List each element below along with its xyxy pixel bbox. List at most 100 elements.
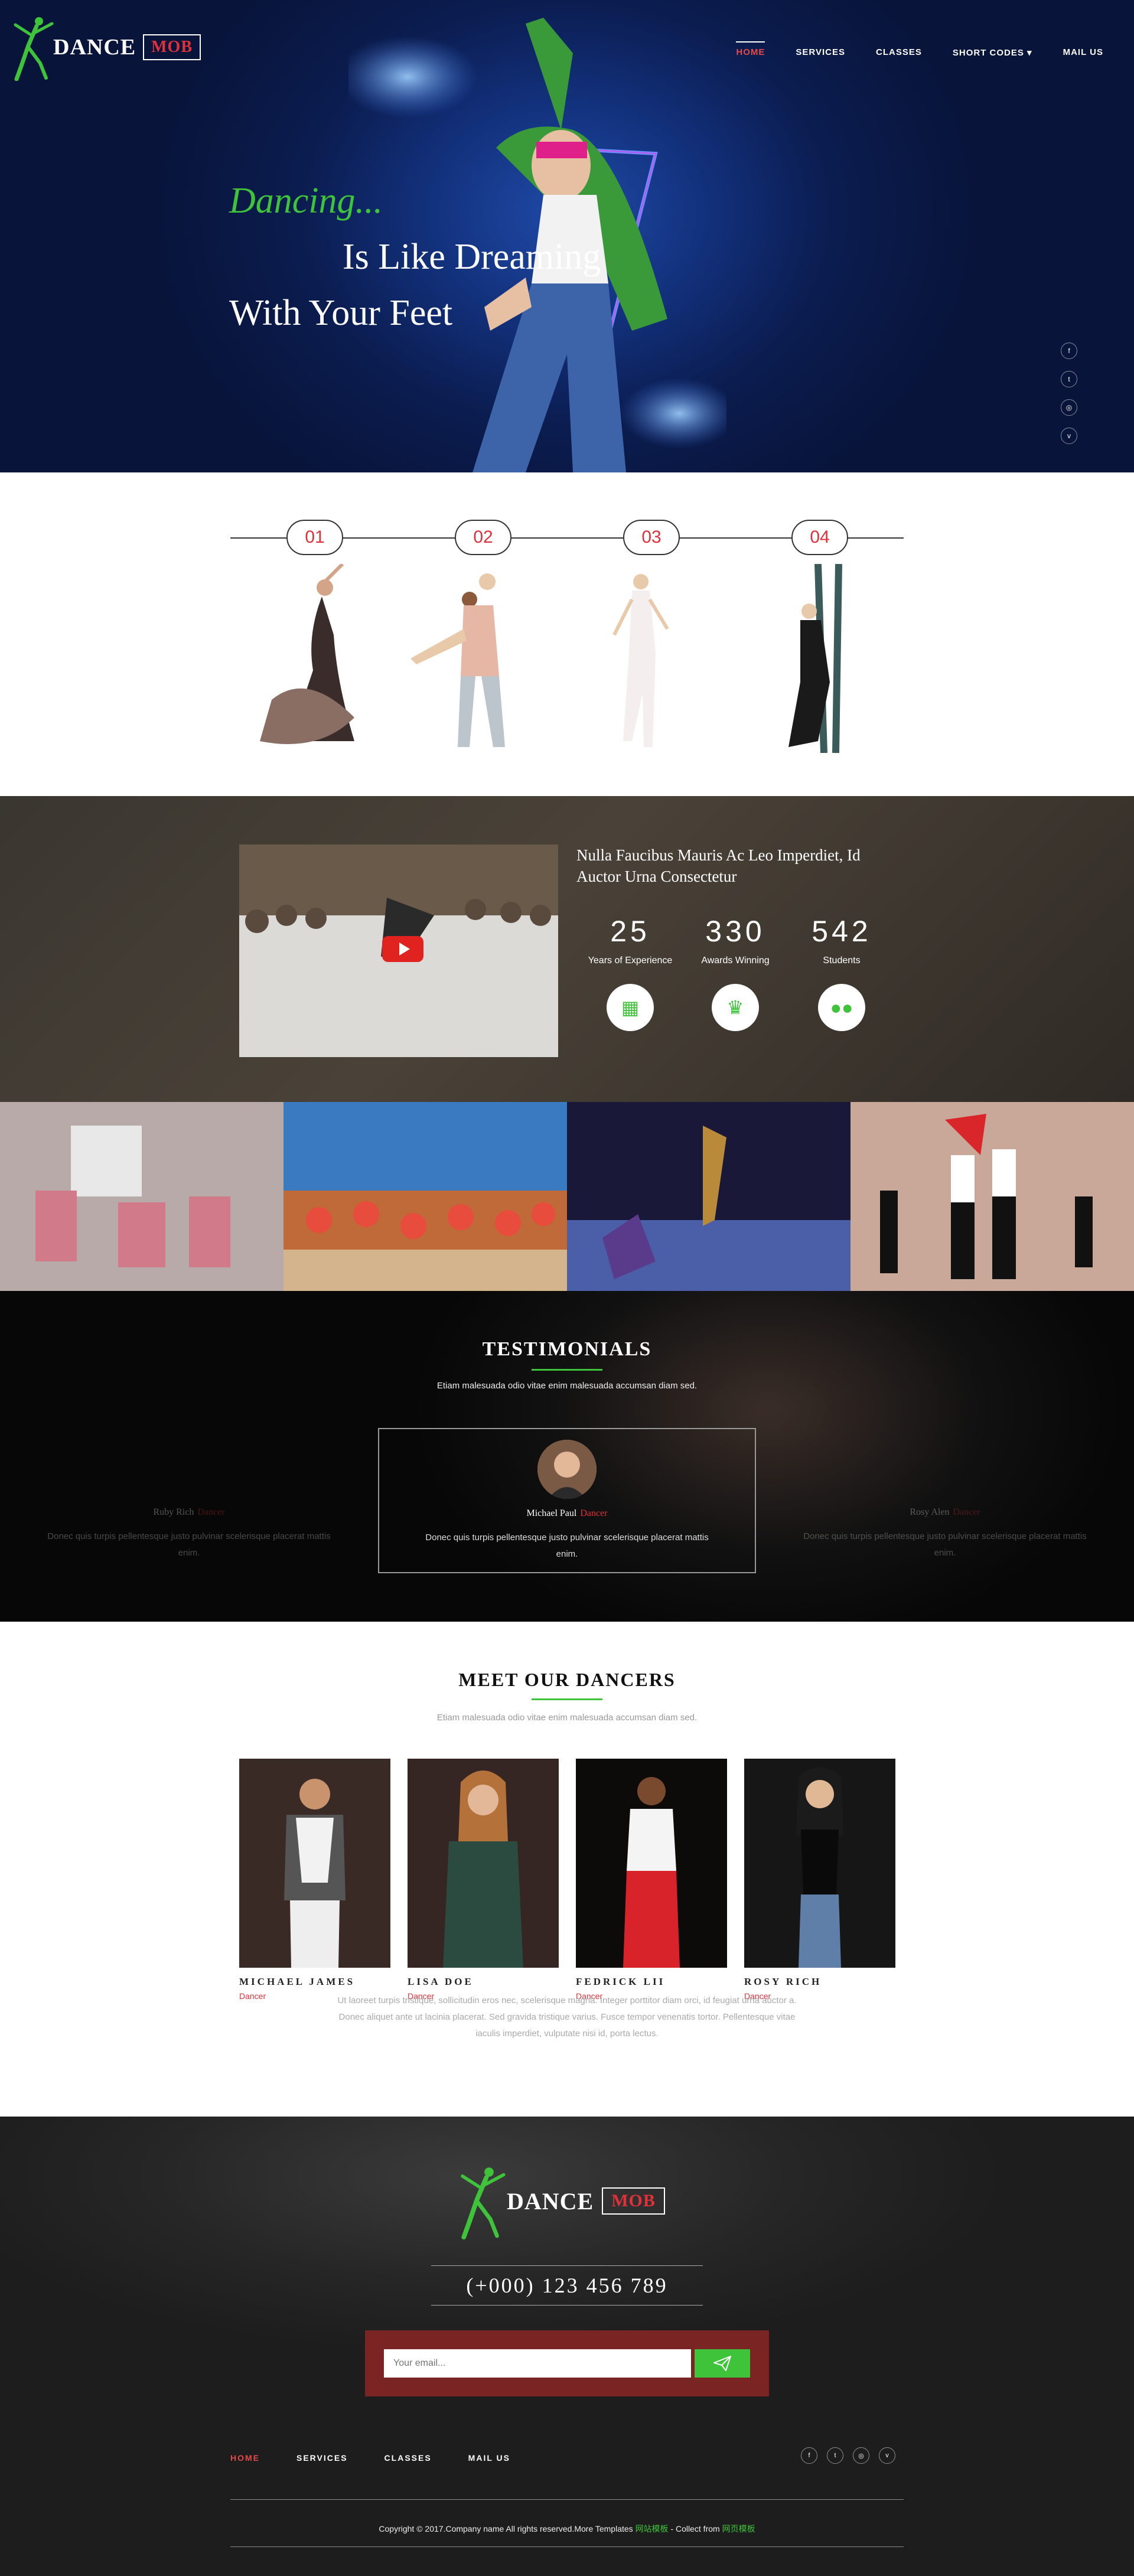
stat-students: 542 Students ●● [791, 914, 892, 1031]
stage-photo [567, 1102, 850, 1291]
dancer-name: LISA DOE [408, 1976, 474, 1987]
dancer-silhouette-1 [260, 564, 354, 744]
twitter-icon[interactable]: t [1061, 371, 1077, 387]
testimonials-section: TESTIMONIALS Etiam malesuada odio vitae … [0, 1291, 1134, 1622]
nav-classes[interactable]: CLASSES [876, 47, 922, 63]
dancer-card[interactable]: FEDRICK LII Dancer [576, 1759, 727, 2001]
dancer-silhouette-2 [410, 573, 505, 747]
trophy-icon[interactable]: ♛ [712, 984, 759, 1031]
instagram-icon[interactable]: ◎ [853, 2447, 869, 2464]
step-number: 03 [623, 520, 680, 555]
newsletter-form [365, 2330, 769, 2396]
stats-title: Nulla Faucibus Mauris Ac Leo Imperdiet, … [576, 846, 861, 885]
logo-word: DANCE [53, 34, 136, 60]
gallery-image-1[interactable] [0, 1102, 284, 1291]
testimonials-subtitle: Etiam malesuada odio vitae enim malesuad… [436, 1381, 698, 1391]
dancers-description: Ut laoreet turpis tristique, sollicitudi… [337, 1995, 797, 2039]
twitter-icon[interactable]: t [827, 2447, 843, 2464]
vimeo-icon[interactable]: v [1061, 428, 1077, 444]
testimonial-text: Donec quis turpis pellentesque justo pul… [425, 1532, 709, 1559]
heading-underline [532, 1698, 602, 1700]
gallery-image-3[interactable] [567, 1102, 850, 1291]
dancer-card[interactable]: ROSY RICH Dancer [744, 1759, 895, 2001]
hero-banner: DANCE MOB HOME SERVICES CLASSES SHORT CO… [0, 0, 1134, 472]
logo-box: MOB [143, 34, 201, 60]
testimonial-text: Donec quis turpis pellentesque justo pul… [803, 1531, 1087, 1558]
nav-short-codes[interactable]: SHORT CODES ▾ [953, 47, 1032, 63]
testimonial-name-line: Rosy Alen Dancer [756, 1507, 1134, 1518]
hero-tagline-2: Is Like Dreaming [343, 237, 601, 277]
group-photo [284, 1102, 567, 1291]
testimonial-name: Ruby Rich [153, 1507, 194, 1517]
testimonials-heading: TESTIMONIALS [482, 1338, 652, 1360]
gallery-image-4[interactable] [850, 1102, 1134, 1291]
testimonial-name-line: Michael Paul Dancer [379, 1508, 755, 1519]
vimeo-icon[interactable]: v [879, 2447, 895, 2464]
footer-nav: HOME SERVICES CLASSES MAIL US [230, 2453, 510, 2463]
dancer-silhouette-3 [612, 574, 669, 747]
heading-underline [532, 1369, 602, 1371]
copyright-link[interactable]: 网页模板 [722, 2524, 755, 2533]
dancer-photo-image [408, 1759, 559, 1968]
steps-section: 01 02 03 04 [0, 472, 1134, 796]
calendar-icon[interactable]: ▦ [607, 984, 654, 1031]
dancer-logo-icon [14, 17, 54, 81]
nav-mail-us[interactable]: MAIL US [1063, 47, 1103, 63]
testimonial-card[interactable]: Rosy Alen Dancer Donec quis turpis pellen… [756, 1428, 1134, 1573]
stat-value: 330 [705, 915, 765, 948]
step-number: 01 [286, 520, 343, 555]
play-button[interactable] [382, 936, 423, 962]
dancers-section: MEET OUR DANCERS Etiam malesuada odio vi… [0, 1622, 1134, 2117]
send-button[interactable] [695, 2349, 750, 2378]
dancer-photo-image [744, 1759, 895, 1968]
footer-nav-services[interactable]: SERVICES [296, 2453, 348, 2463]
footer-social-links: f t ◎ v [801, 2447, 895, 2464]
users-icon[interactable]: ●● [818, 984, 865, 1031]
stat-experience: 25 Years of Experience ▦ [580, 914, 680, 1031]
avatar-image [537, 1440, 597, 1499]
facebook-icon[interactable]: f [1061, 343, 1077, 359]
dancers-heading: MEET OUR DANCERS [458, 1669, 676, 1690]
dancer-photo [576, 1759, 727, 1968]
testimonial-role: Dancer [197, 1507, 225, 1517]
avatar [537, 1440, 597, 1499]
footer-nav-home[interactable]: HOME [230, 2453, 260, 2463]
copyright: Copyright © 2017.Company name All rights… [0, 2523, 1134, 2535]
testimonial-name: Michael Paul [526, 1508, 577, 1518]
site-logo[interactable]: DANCE MOB [11, 13, 201, 81]
dancer-name: ROSY RICH [744, 1976, 822, 1987]
performance-photo [850, 1102, 1134, 1291]
footer-nav-mail-us[interactable]: MAIL US [468, 2453, 510, 2463]
instagram-icon[interactable]: ◎ [1061, 399, 1077, 416]
gallery-image-2[interactable] [284, 1102, 567, 1291]
copyright-text: - Collect from [668, 2524, 722, 2533]
dancer-photo [744, 1759, 895, 1968]
testimonial-card[interactable]: Ruby Rich Dancer Donec quis turpis pellen… [0, 1428, 378, 1573]
copyright-link[interactable]: 网站模板 [636, 2524, 669, 2533]
testimonial-role: Dancer [953, 1507, 980, 1517]
logo-word: DANCE [507, 2187, 594, 2215]
nav-services[interactable]: SERVICES [796, 47, 845, 63]
footer-nav-classes[interactable]: CLASSES [384, 2453, 432, 2463]
testimonial-card-active[interactable]: Michael Paul Dancer Donec quis turpis pel… [378, 1428, 756, 1573]
facebook-icon[interactable]: f [801, 2447, 817, 2464]
nav-home[interactable]: HOME [736, 41, 765, 63]
hero-social-links: f t ◎ v [1061, 343, 1077, 444]
stats-section: Nulla Faucibus Mauris Ac Leo Imperdiet, … [0, 796, 1134, 1102]
stat-label: Awards Winning [701, 956, 770, 966]
stat-label: Years of Experience [588, 956, 673, 966]
photo-gallery [0, 1102, 1134, 1291]
dancer-name: FEDRICK LII [576, 1976, 666, 1987]
dancer-card[interactable]: LISA DOE Dancer [408, 1759, 559, 2001]
contact-phone: (+000) 123 456 789 [431, 2265, 703, 2306]
dancer-card[interactable]: MICHAEL JAMES Dancer [239, 1759, 390, 2001]
dancer-name: MICHAEL JAMES [239, 1976, 356, 1987]
paper-plane-icon [713, 2356, 731, 2371]
footer-divider [230, 2546, 904, 2547]
dancer-photo-image [239, 1759, 390, 1968]
stat-awards: 330 Awards Winning ♛ [685, 914, 786, 1031]
video-thumbnail[interactable] [239, 844, 558, 1057]
footer-logo[interactable]: DANCE MOB [457, 2163, 665, 2239]
studio-photo [0, 1102, 284, 1291]
email-input[interactable] [384, 2349, 691, 2378]
